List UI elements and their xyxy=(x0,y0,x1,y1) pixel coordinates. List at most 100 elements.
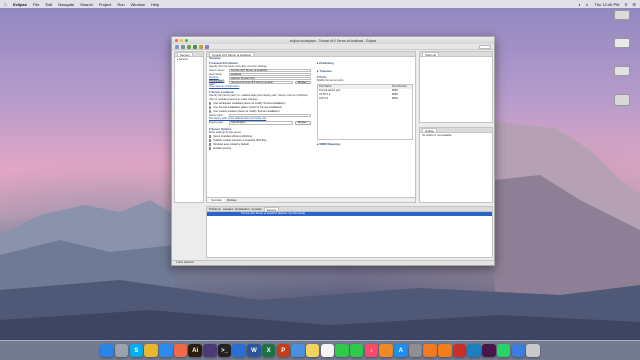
radio-tomcat-installation[interactable] xyxy=(209,106,212,109)
search-icon[interactable]: ⚲ xyxy=(624,2,627,7)
config-browse-button[interactable]: Browse... xyxy=(295,80,311,85)
vlc-icon[interactable] xyxy=(438,343,452,358)
quick-access-input[interactable] xyxy=(479,44,491,49)
window-title: eclipse-workspace - Tomcat v9.0 Server a… xyxy=(289,38,377,43)
option-checkbox-0[interactable] xyxy=(209,135,212,138)
chrome-icon[interactable] xyxy=(144,343,158,358)
port-number[interactable]: 8009 xyxy=(392,97,412,100)
books-icon[interactable] xyxy=(379,343,393,358)
tab-javadoc[interactable]: Javadoc xyxy=(223,207,233,211)
task-list-tab[interactable]: Task List xyxy=(422,52,439,57)
port-number[interactable]: 8080 xyxy=(392,93,412,96)
volume-icon[interactable]: ♬ xyxy=(585,2,589,7)
menu-file[interactable]: File xyxy=(33,2,39,7)
menu-search[interactable]: Search xyxy=(80,2,93,7)
powerpoint-icon[interactable]: P xyxy=(276,343,291,358)
radio-workspace-metadata[interactable] xyxy=(209,102,212,105)
save-icon[interactable] xyxy=(181,44,185,49)
tab-console[interactable]: Console xyxy=(251,207,261,211)
table-row[interactable]: Tomcat admin port 8005 xyxy=(318,89,412,93)
runtime-select[interactable]: Apache Tomcat v9.0 xyxy=(229,76,311,81)
messages-icon[interactable] xyxy=(335,343,349,358)
wifi-icon[interactable]: ◑ xyxy=(578,2,580,7)
servers-tree-item[interactable]: ▸ Servers xyxy=(175,57,203,63)
ports-col-name: Port Name xyxy=(319,85,332,89)
menu-app-name[interactable]: Eclipse xyxy=(13,2,27,7)
option-label-3: Enable security xyxy=(213,147,232,151)
server-name-label: Server name: xyxy=(209,69,225,73)
word-icon[interactable]: W xyxy=(247,343,261,358)
list-icon[interactable]: ☰ xyxy=(632,2,636,7)
trash-icon[interactable] xyxy=(526,343,540,358)
preferences-icon[interactable] xyxy=(408,343,423,358)
open-launch-link[interactable]: Open launch configuration xyxy=(209,85,311,89)
option-checkbox-3[interactable] xyxy=(209,147,212,150)
apple-icon[interactable]:  xyxy=(4,2,7,7)
editor-tab[interactable]: Tomcat v9.0 Server at localhost xyxy=(209,52,255,57)
menu-navigate[interactable]: Navigate xyxy=(58,2,74,7)
mail-icon[interactable] xyxy=(291,343,305,358)
port-number[interactable]: 8005 xyxy=(392,89,412,92)
skype-icon[interactable]: S xyxy=(129,343,144,358)
calendar-icon[interactable] xyxy=(320,343,335,358)
tab-servers[interactable]: Servers xyxy=(263,207,280,212)
tab-problems[interactable]: Problems xyxy=(209,207,221,211)
desktop-file-icon-1[interactable] xyxy=(614,10,630,20)
mime-heading[interactable]: ▸ MIME Mappings xyxy=(317,142,413,146)
ports-col-number: Port Number xyxy=(392,85,407,89)
sublime-icon[interactable] xyxy=(423,343,437,358)
desktop-file-icon-4[interactable] xyxy=(614,94,630,106)
servers-view: Problems Javadoc Declaration Console Ser… xyxy=(206,206,493,258)
dock: S Ai >_ W X P ♪ A xyxy=(0,340,640,360)
music-icon[interactable]: ♪ xyxy=(364,343,379,358)
menu-edit[interactable]: Edit xyxy=(45,2,52,7)
excel-icon[interactable]: X xyxy=(261,343,276,358)
desktop-file-icon-2[interactable] xyxy=(614,38,630,48)
filezilla-icon[interactable] xyxy=(452,343,467,358)
whatsapp-icon[interactable] xyxy=(496,343,511,358)
appstore-icon[interactable]: A xyxy=(394,343,408,358)
radio-custom-location[interactable] xyxy=(209,110,212,113)
desktop-file-icon-3[interactable] xyxy=(614,66,630,76)
menu-project[interactable]: Project xyxy=(99,2,111,7)
terminal-icon[interactable]: >_ xyxy=(217,343,232,358)
eclipse-window: eclipse-workspace - Tomcat v9.0 Server a… xyxy=(171,36,495,266)
deploy-path-field[interactable]: wtpwebapps xyxy=(229,121,294,125)
menu-run[interactable]: Run xyxy=(117,2,124,7)
clock[interactable]: Thu 12:46 PM xyxy=(594,2,619,7)
option-checkbox-1[interactable] xyxy=(209,139,212,142)
search-tool-icon[interactable] xyxy=(205,44,209,49)
photos-icon[interactable] xyxy=(173,343,188,358)
illustrator-icon[interactable]: Ai xyxy=(188,343,202,358)
table-row[interactable]: AJP/1.3 8009 xyxy=(318,97,412,101)
slack-icon[interactable] xyxy=(482,343,496,358)
notes-icon[interactable] xyxy=(305,343,320,358)
netbeans-icon[interactable] xyxy=(467,343,481,358)
tab-overview[interactable]: Overview xyxy=(209,198,224,202)
facetime-icon[interactable] xyxy=(349,343,364,358)
option-label-1: Publish module contexts to separate XML … xyxy=(213,139,267,143)
panel-tab-servers[interactable]: Servers xyxy=(177,52,193,57)
menu-window[interactable]: Window xyxy=(131,2,145,7)
tab-modules[interactable]: Modules xyxy=(227,199,237,202)
outline-tab[interactable]: Outline xyxy=(422,128,437,133)
deploy-browse-button[interactable]: Browse... xyxy=(295,121,311,125)
config-path-field[interactable]: /Servers/Tomcat v9.0 Server at local xyxy=(229,80,294,85)
package-icon[interactable] xyxy=(199,44,203,49)
new-icon[interactable] xyxy=(175,44,179,49)
eclipse-icon[interactable] xyxy=(203,343,217,358)
table-row[interactable]: HTTP/1.1 8080 xyxy=(318,93,412,97)
debug-icon[interactable] xyxy=(187,44,191,49)
server-row[interactable]: Tomcat v9.0 Server at localhost [Started… xyxy=(207,212,492,216)
launchpad-icon[interactable] xyxy=(114,343,129,358)
host-name-field[interactable]: localhost xyxy=(229,72,311,77)
downloads-icon[interactable] xyxy=(511,343,526,358)
option-checkbox-2[interactable] xyxy=(209,143,212,146)
finder-icon[interactable] xyxy=(100,343,114,358)
run-icon[interactable] xyxy=(193,44,197,49)
server-name-field[interactable]: Tomcat v9.0 Server at localhost xyxy=(229,68,311,73)
safari-icon[interactable] xyxy=(159,343,173,358)
tab-declaration[interactable]: Declaration xyxy=(235,207,249,211)
xcode-icon[interactable] xyxy=(232,343,246,358)
menu-help[interactable]: Help xyxy=(151,2,159,7)
